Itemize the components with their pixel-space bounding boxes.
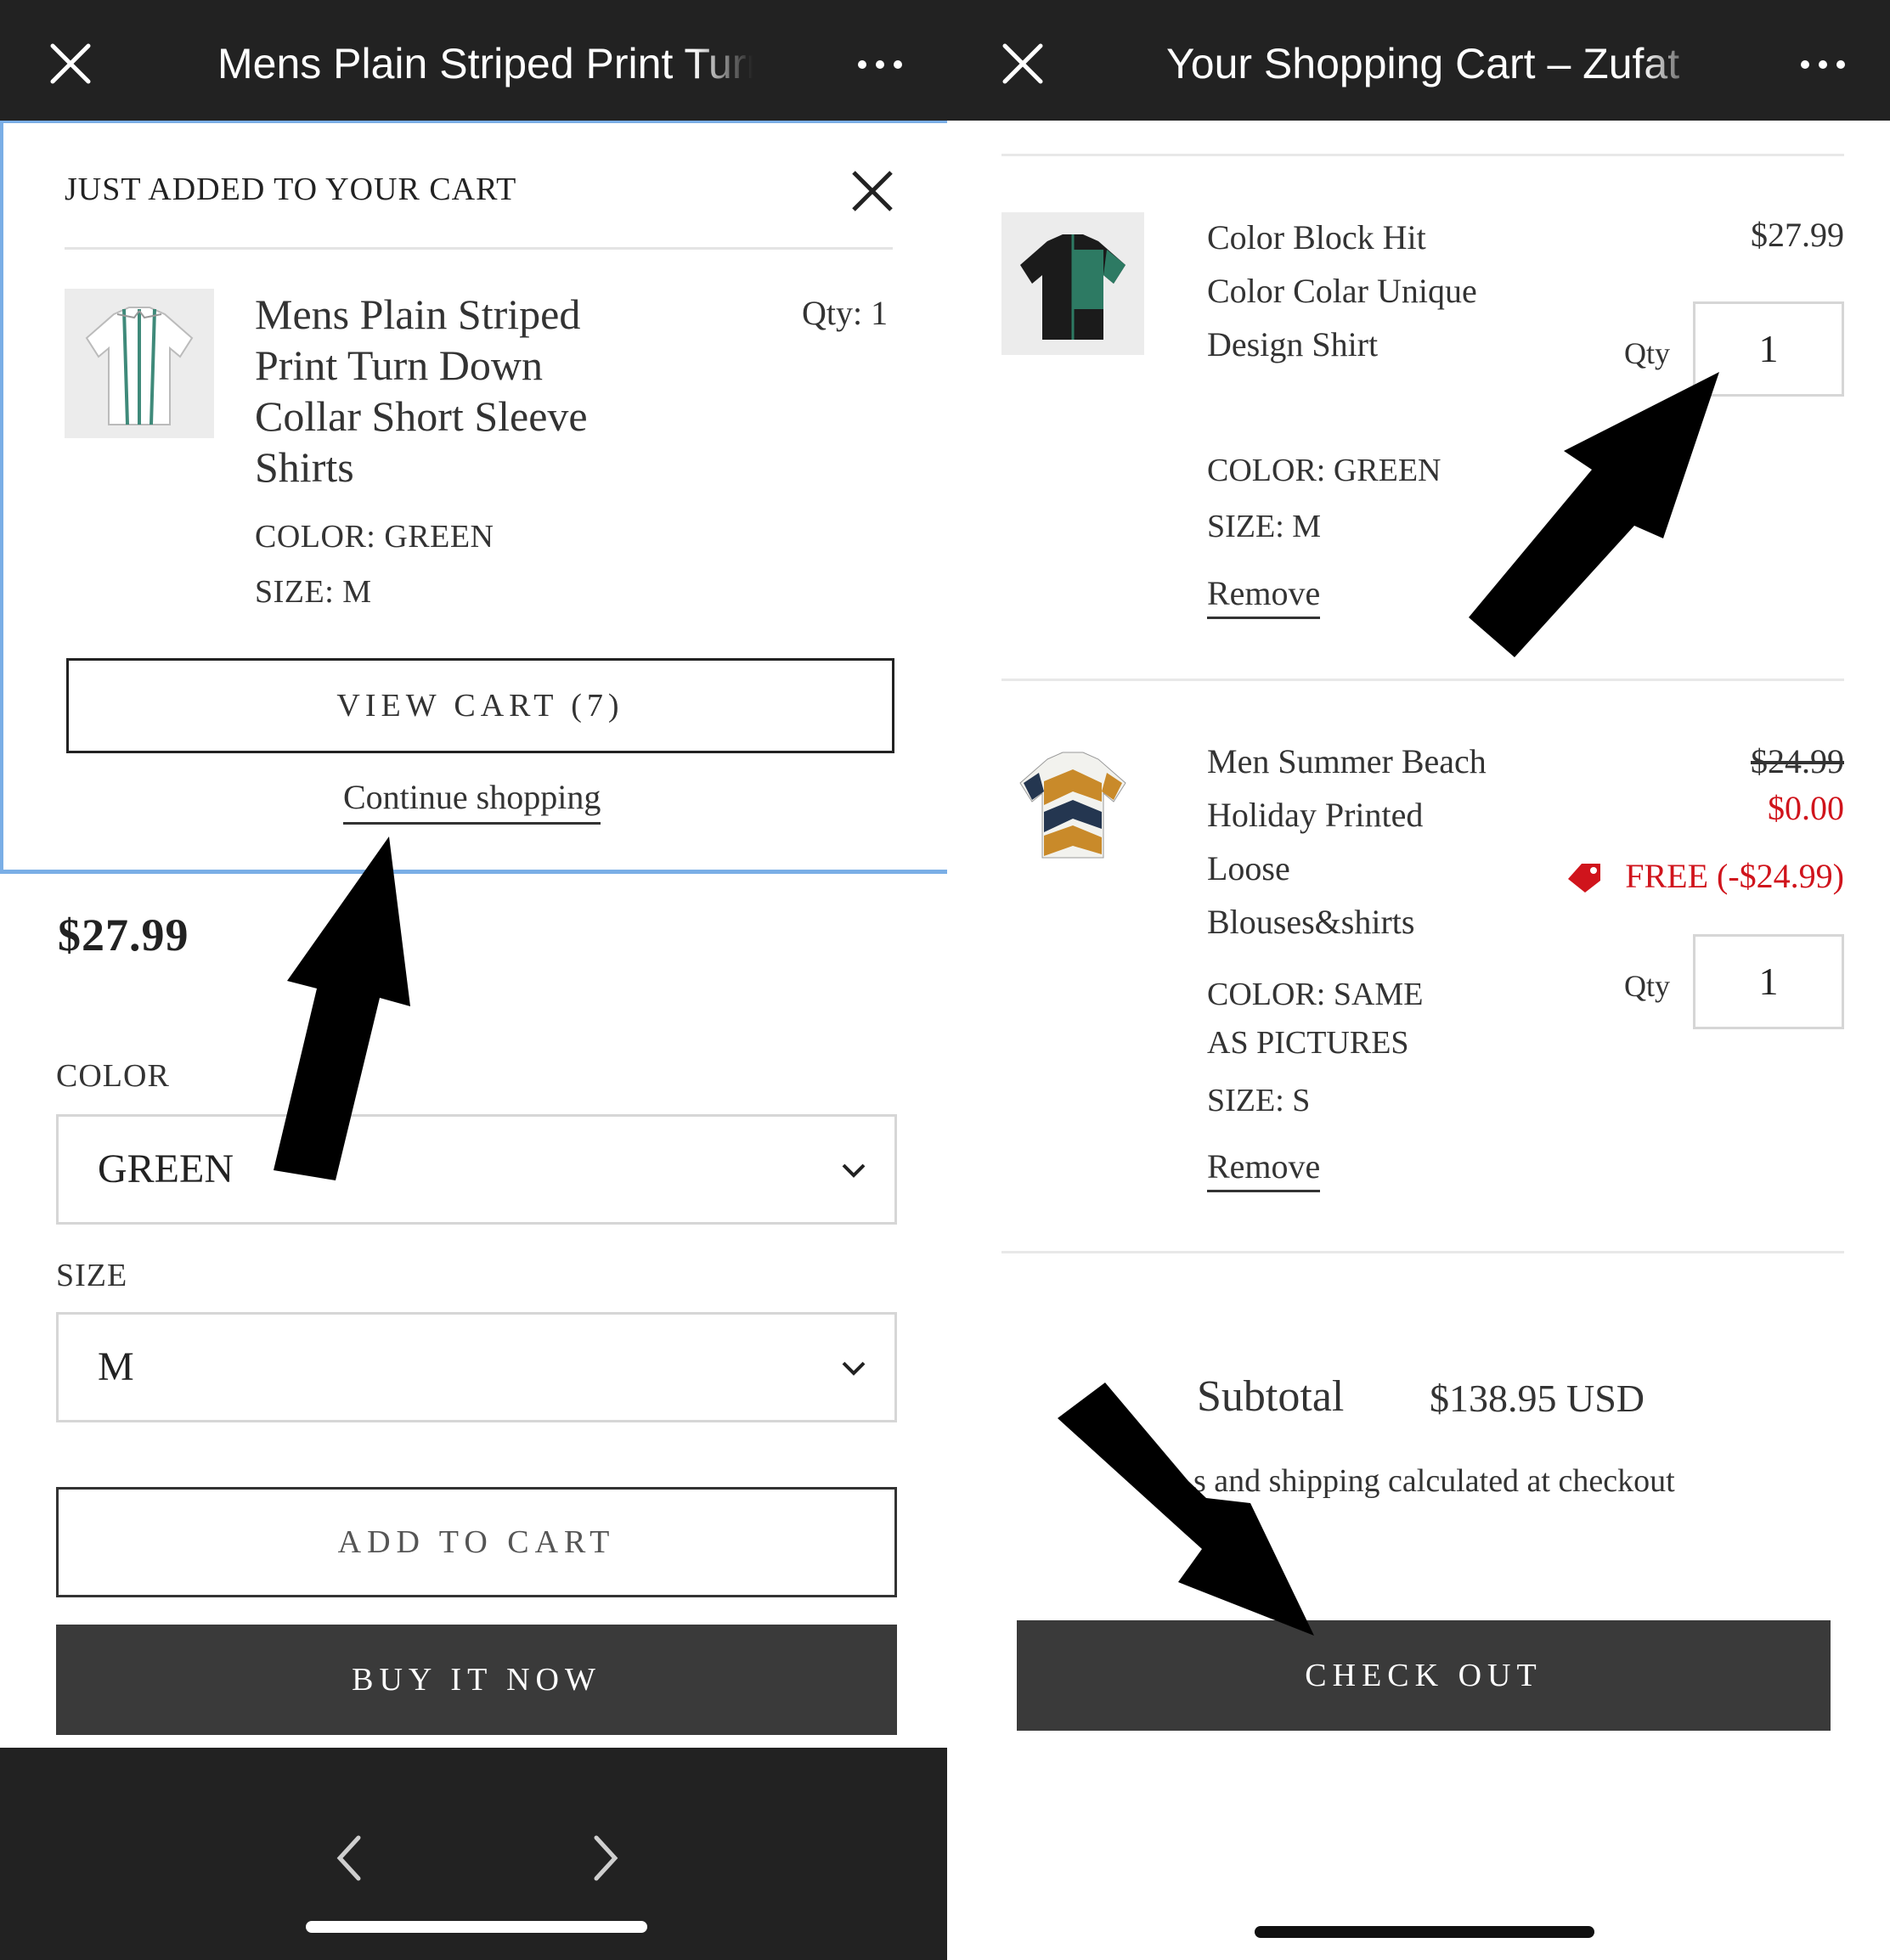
product-page-screen: Mens Plain Striped Print Turn Down Colla… bbox=[0, 0, 947, 1960]
annotation-arrow-icon bbox=[1058, 372, 1719, 1636]
annotation-arrow-icon bbox=[274, 836, 410, 1180]
shopping-cart-screen: Your Shopping Cart – Zufat Color Block H… bbox=[947, 0, 1890, 1960]
